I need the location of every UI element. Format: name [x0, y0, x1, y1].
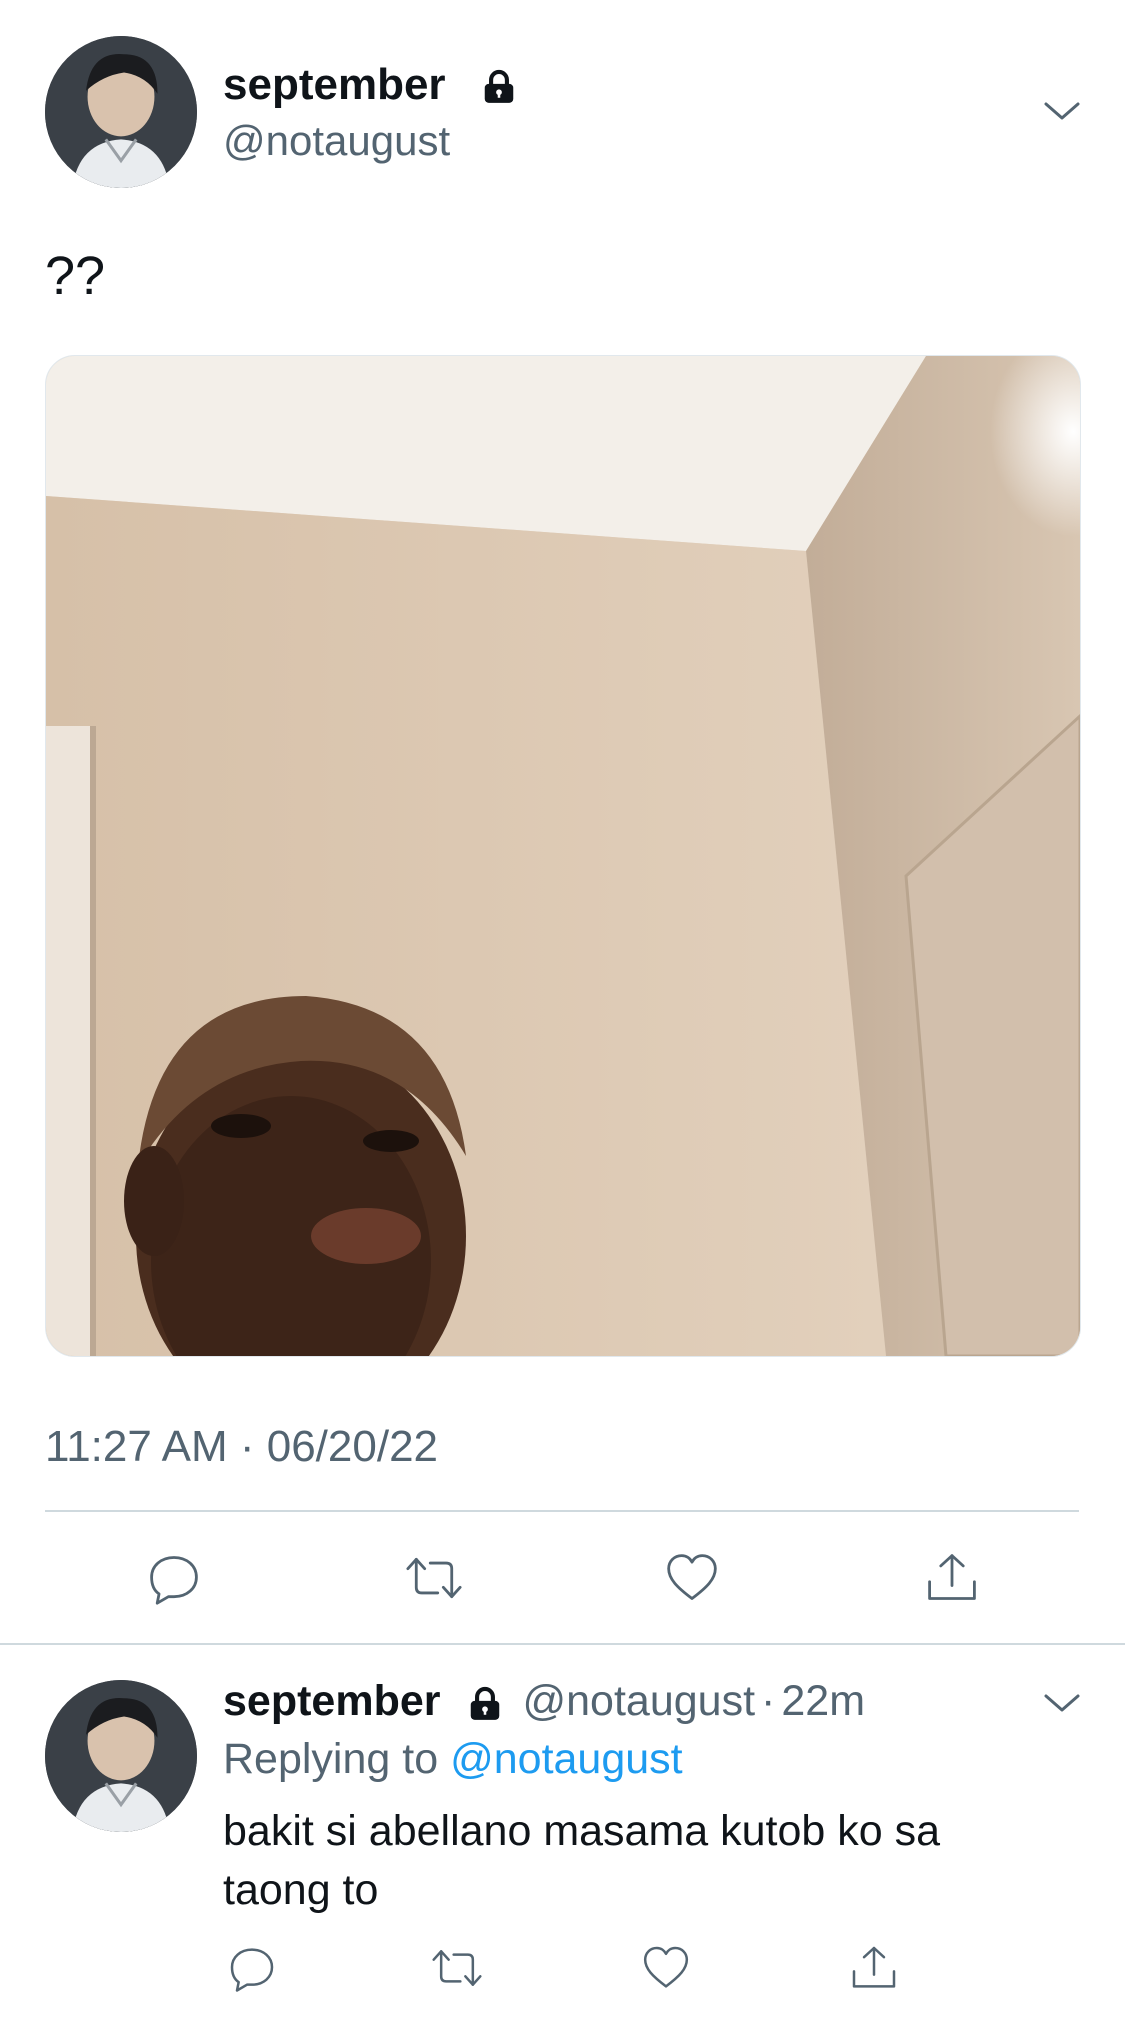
reply-author-name[interactable]: september — [223, 1674, 440, 1728]
section-divider — [0, 1643, 1125, 1645]
reply-share-icon[interactable] — [848, 1942, 900, 1994]
author-name[interactable]: september — [223, 58, 446, 112]
reply-author-avatar[interactable] — [45, 1680, 197, 1832]
reply-retweet-icon[interactable] — [429, 1942, 485, 1994]
lock-icon — [464, 1682, 506, 1720]
replying-to-prefix: Replying to — [223, 1735, 439, 1783]
reply-reply-icon[interactable] — [226, 1942, 278, 1994]
author-avatar[interactable] — [45, 36, 197, 188]
reply-text: bakit si abellano masama kutob ko sa tao… — [223, 1807, 941, 1914]
divider — [45, 1510, 1079, 1512]
reply-icon[interactable] — [144, 1548, 204, 1608]
chevron-down-icon[interactable] — [1038, 94, 1086, 126]
tweet-timestamp: 11:27 AM · 06/20/22 — [45, 1422, 439, 1471]
author-handle[interactable]: @notaugust — [223, 115, 450, 167]
reply-author-handle[interactable]: @notaugust — [522, 1674, 755, 1728]
lock-icon — [478, 68, 520, 106]
reply-heart-icon[interactable] — [640, 1942, 692, 1994]
heart-icon[interactable] — [662, 1548, 722, 1608]
tweet-photo[interactable] — [45, 355, 1081, 1357]
reply-time[interactable]: 22m — [781, 1674, 865, 1728]
reply-chevron-down-icon[interactable] — [1038, 1686, 1086, 1718]
retweet-icon[interactable] — [402, 1548, 466, 1608]
replying-to: Replying to @notaugust — [223, 1732, 683, 1786]
share-icon[interactable] — [922, 1548, 982, 1608]
replying-to-handle[interactable]: @notaugust — [450, 1735, 683, 1783]
tweet-text: ?? — [45, 246, 106, 306]
reply-header: september @notaugust · 22m — [223, 1674, 865, 1728]
header-separator: · — [761, 1677, 776, 1725]
